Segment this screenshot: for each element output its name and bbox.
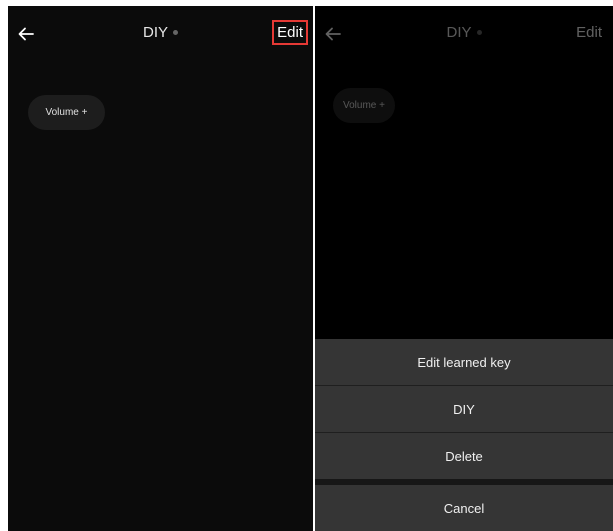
action-sheet: Edit learned key DIY Delete Cancel bbox=[315, 339, 613, 531]
status-dot-icon bbox=[173, 29, 178, 35]
diy-screen-edit-menu: DIY Edit Volume + Edit learned key DIY D… bbox=[315, 6, 613, 531]
page-title: DIY bbox=[315, 24, 613, 41]
edit-learned-key-option[interactable]: Edit learned key bbox=[315, 339, 613, 385]
volume-up-key-button[interactable]: Volume + bbox=[333, 88, 395, 123]
delete-option[interactable]: Delete bbox=[315, 433, 613, 479]
title-text: DIY bbox=[446, 24, 472, 41]
top-bar: DIY Edit bbox=[315, 6, 613, 61]
cancel-button[interactable]: Cancel bbox=[315, 485, 613, 531]
page-title: DIY bbox=[8, 24, 313, 41]
top-bar: DIY Edit bbox=[8, 6, 313, 61]
title-text: DIY bbox=[142, 24, 168, 41]
diy-screen: DIY Edit Volume + bbox=[8, 6, 313, 531]
status-dot-icon bbox=[476, 29, 482, 35]
edit-button[interactable]: Edit bbox=[272, 20, 308, 45]
diy-option[interactable]: DIY bbox=[315, 386, 613, 432]
volume-up-key-button[interactable]: Volume + bbox=[28, 95, 105, 130]
edit-button[interactable]: Edit bbox=[573, 22, 605, 43]
